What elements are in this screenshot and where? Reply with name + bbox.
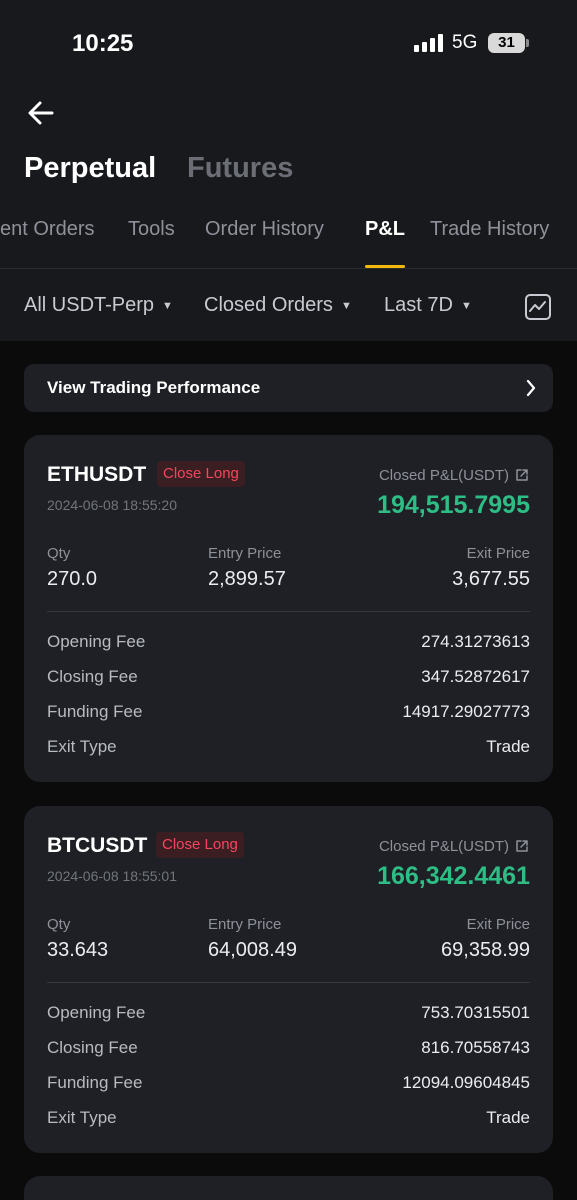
opening-fee-label: Opening Fee — [47, 632, 146, 651]
tab-current-orders[interactable]: ent Orders — [0, 218, 94, 241]
pnl-label-text: Closed P&L(USDT) — [378, 467, 509, 484]
exit-type-label: Exit Type — [47, 737, 117, 756]
position-card[interactable]: BTCUSDT Close Long 2024-06-08 18:55:01 C… — [24, 806, 553, 1153]
position-symbol: BTCUSDT — [47, 834, 148, 857]
entry-price-value: 2,899.57 — [208, 568, 286, 590]
closing-fee-value: 347.52872617 — [421, 667, 530, 686]
tab-pnl[interactable]: P&L — [365, 218, 405, 241]
share-icon[interactable] — [515, 468, 529, 482]
tabs-divider — [0, 268, 577, 269]
back-arrow-icon[interactable] — [24, 96, 58, 130]
chevron-right-icon — [526, 379, 536, 397]
funding-fee-value: 12094.09604845 — [402, 1073, 530, 1092]
period-filter-label: Last 7D — [384, 294, 453, 316]
order-type-filter-label: Closed Orders — [204, 294, 333, 316]
caret-down-icon: ▼ — [460, 300, 472, 312]
exit-type-label: Exit Type — [47, 1108, 117, 1127]
funding-fee-value: 14917.29027773 — [402, 702, 530, 721]
status-time: 10:25 — [72, 30, 134, 57]
funding-fee-label: Funding Fee — [47, 1073, 143, 1092]
qty-value: 33.643 — [47, 939, 109, 961]
position-card-partial[interactable] — [24, 1176, 553, 1200]
battery-tip — [526, 39, 529, 47]
tab-trade-history[interactable]: Trade History — [430, 218, 549, 241]
position-time: 2024-06-08 18:55:01 — [47, 868, 177, 884]
caret-down-icon: ▼ — [162, 300, 173, 312]
card-divider — [47, 982, 530, 983]
funding-fee-label: Funding Fee — [47, 702, 143, 721]
view-trading-performance-button[interactable]: View Trading Performance — [24, 364, 553, 412]
position-time: 2024-06-08 18:55:20 — [47, 497, 177, 513]
view-trading-performance-label: View Trading Performance — [47, 378, 261, 397]
exit-type-value: Trade — [486, 737, 530, 756]
tab-tools[interactable]: Tools — [128, 218, 175, 241]
closing-fee-label: Closing Fee — [47, 667, 138, 686]
side-badge: Close Long — [157, 461, 245, 487]
exit-price-value: 69,358.99 — [441, 939, 530, 961]
opening-fee-value: 274.31273613 — [421, 632, 530, 651]
pnl-label: Closed P&L(USDT) — [379, 837, 529, 855]
entry-price-label: Entry Price — [208, 545, 282, 562]
network-label: 5G — [452, 32, 478, 53]
order-type-filter[interactable]: Closed Orders ▼ — [204, 294, 352, 317]
battery-icon: 31 — [488, 33, 525, 53]
tab-order-history[interactable]: Order History — [205, 218, 324, 241]
position-symbol: ETHUSDT — [47, 463, 147, 486]
position-card[interactable]: ETHUSDT Close Long 2024-06-08 18:55:20 C… — [24, 435, 553, 782]
qty-label: Qty — [47, 916, 71, 933]
side-badge: Close Long — [156, 832, 244, 858]
card-divider — [47, 611, 530, 612]
period-filter[interactable]: Last 7D ▼ — [384, 294, 472, 317]
contract-filter[interactable]: All USDT-Perp ▼ — [24, 294, 173, 317]
tab-perpetual[interactable]: Perpetual — [24, 152, 156, 185]
caret-down-icon: ▼ — [340, 300, 352, 312]
entry-price-label: Entry Price — [208, 916, 282, 933]
opening-fee-label: Opening Fee — [47, 1003, 146, 1022]
pnl-value: 166,342.4461 — [377, 862, 530, 890]
entry-price-value: 64,008.49 — [208, 939, 297, 961]
opening-fee-value: 753.70315501 — [421, 1003, 530, 1022]
exit-price-label: Exit Price — [466, 545, 530, 562]
qty-label: Qty — [47, 545, 71, 562]
exit-type-value: Trade — [486, 1108, 530, 1127]
qty-value: 270.0 — [47, 568, 98, 590]
tab-futures[interactable]: Futures — [187, 152, 293, 185]
exit-price-value: 3,677.55 — [452, 568, 530, 590]
exit-price-label: Exit Price — [466, 916, 530, 933]
closing-fee-label: Closing Fee — [47, 1038, 138, 1057]
signal-icon — [414, 34, 444, 52]
pnl-label-text: Closed P&L(USDT) — [378, 838, 509, 855]
closing-fee-value: 816.70558743 — [421, 1038, 530, 1057]
pnl-value: 194,515.7995 — [377, 491, 530, 519]
pnl-label: Closed P&L(USDT) — [379, 466, 529, 484]
chart-icon[interactable] — [525, 294, 551, 320]
contract-filter-label: All USDT-Perp — [24, 294, 155, 316]
share-icon[interactable] — [515, 839, 529, 853]
